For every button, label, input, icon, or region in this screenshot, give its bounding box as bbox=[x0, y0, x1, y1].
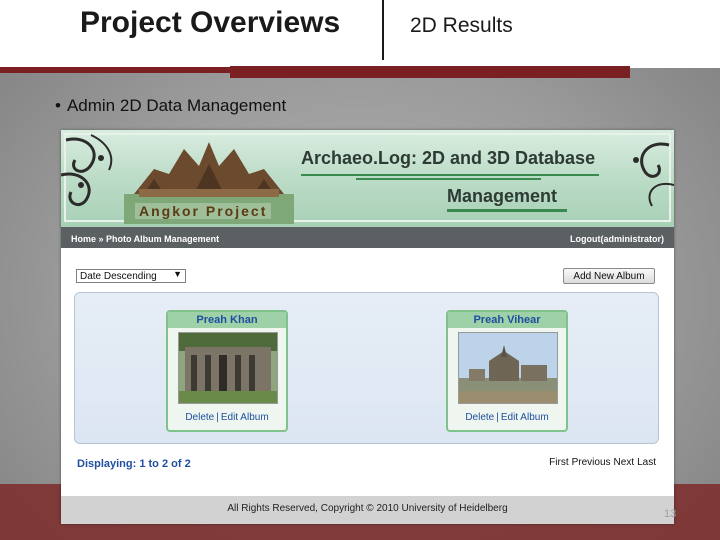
edit-album-link[interactable]: Edit Album bbox=[221, 412, 269, 423]
edit-album-link[interactable]: Edit Album bbox=[501, 412, 549, 423]
delete-album-link[interactable]: Delete bbox=[465, 412, 494, 423]
add-album-button[interactable]: Add New Album bbox=[563, 268, 655, 284]
slide-page-number: 13 bbox=[664, 508, 677, 520]
sort-order-select[interactable]: Date Descending ▼ bbox=[76, 269, 186, 283]
displaying-count: Displaying: 1 to 2 of 2 bbox=[77, 458, 191, 470]
action-separator: | bbox=[496, 412, 499, 423]
logout-link[interactable]: Logout(administrator) bbox=[570, 234, 664, 244]
sort-select-value: Date Descending bbox=[80, 271, 157, 282]
album-card[interactable]: Preah Khan Delete | Edit Album bbox=[166, 310, 288, 432]
header-rule-left bbox=[0, 67, 230, 73]
album-title[interactable]: Preah Khan bbox=[168, 312, 286, 328]
copyright-text: All Rights Reserved, Copyright © 2010 Un… bbox=[227, 503, 508, 514]
action-separator: | bbox=[216, 412, 219, 423]
breadcrumb[interactable]: Home » Photo Album Management bbox=[71, 234, 219, 244]
pager-last[interactable]: Last bbox=[637, 457, 656, 468]
album-title[interactable]: Preah Vihear bbox=[448, 312, 566, 328]
bullet-text: Admin 2D Data Management bbox=[66, 96, 287, 115]
title-underline-short bbox=[356, 178, 541, 180]
header-rule-right bbox=[230, 66, 630, 78]
pager-first[interactable]: First bbox=[549, 457, 568, 468]
title-underline bbox=[301, 174, 599, 176]
app-screenshot: Angkor Project Archaeo.Log: 2D and 3D Da… bbox=[61, 130, 674, 524]
album-card[interactable]: Preah Vihear Delete | Edit Album bbox=[446, 310, 568, 432]
delete-album-link[interactable]: Delete bbox=[185, 412, 214, 423]
bullet-item: • Admin 2D Data Management bbox=[55, 96, 286, 116]
album-actions: Delete | Edit Album bbox=[168, 412, 286, 423]
management-underline bbox=[447, 209, 567, 212]
album-panel bbox=[74, 292, 659, 444]
pagination: First Previous Next Last bbox=[546, 457, 656, 468]
app-banner: Angkor Project Archaeo.Log: 2D and 3D Da… bbox=[61, 130, 674, 227]
pager-previous[interactable]: Previous bbox=[572, 457, 611, 468]
swirl-ornament-left-icon bbox=[61, 134, 113, 206]
album-thumbnail-preah-vihear[interactable] bbox=[458, 332, 558, 404]
swirl-ornament-right-icon bbox=[633, 142, 674, 207]
album-thumbnail-preah-khan[interactable] bbox=[178, 332, 278, 404]
app-title-line2: Management bbox=[447, 186, 558, 206]
app-title: Archaeo.Log: 2D and 3D Database bbox=[301, 148, 596, 168]
pager-next[interactable]: Next bbox=[614, 457, 635, 468]
project-logo-label: Angkor Project bbox=[135, 203, 272, 219]
slide-title: Project Overviews bbox=[80, 6, 341, 39]
chevron-down-icon: ▼ bbox=[173, 269, 182, 279]
slide-subtitle: 2D Results bbox=[410, 14, 513, 37]
title-divider bbox=[382, 0, 384, 60]
bullet-dot: • bbox=[55, 96, 61, 115]
album-actions: Delete | Edit Album bbox=[448, 412, 566, 423]
